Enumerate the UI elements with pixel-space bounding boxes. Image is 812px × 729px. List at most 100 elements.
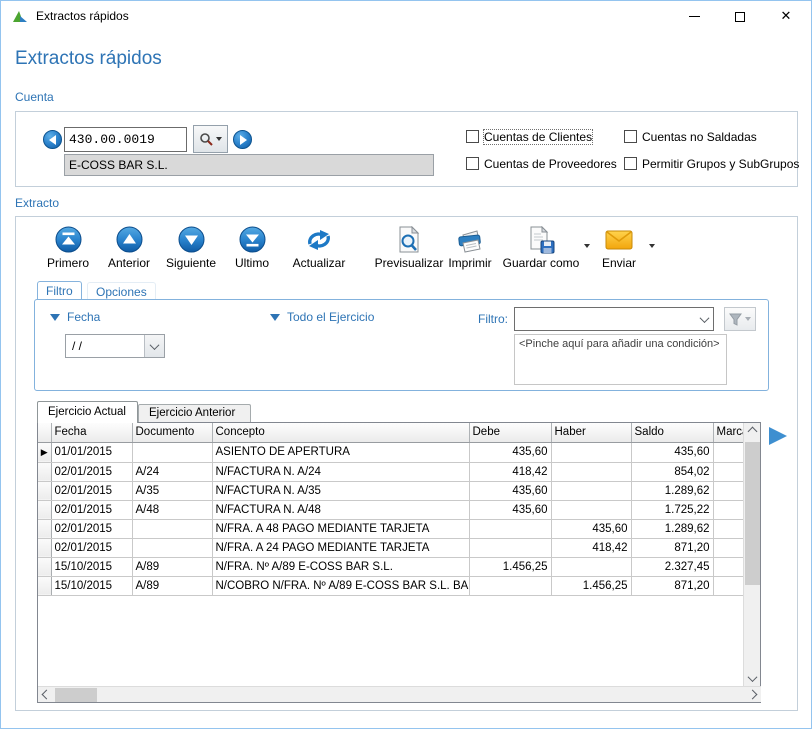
header-fecha[interactable]: Fecha — [51, 423, 132, 442]
cell-documento[interactable]: A/48 — [132, 500, 212, 519]
row-selector[interactable] — [38, 500, 51, 519]
cell-fecha[interactable]: 01/01/2015 — [51, 442, 132, 462]
scroll-up-button[interactable] — [744, 423, 761, 440]
horizontal-scroll-thumb[interactable] — [55, 688, 97, 702]
cell-fecha[interactable]: 02/01/2015 — [51, 538, 132, 557]
table-row[interactable]: 15/10/2015A/89N/FRA. Nº A/89 E-COSS BAR … — [38, 557, 744, 576]
cell-concepto[interactable]: N/FACTURA N. A/24 — [212, 462, 469, 481]
next-page-button[interactable] — [767, 425, 789, 447]
cell-saldo[interactable]: 1.725,22 — [631, 500, 713, 519]
header-debe[interactable]: Debe — [469, 423, 551, 442]
vertical-scrollbar[interactable] — [743, 423, 760, 687]
fecha-combo[interactable]: / / — [65, 334, 165, 358]
cell-documento[interactable] — [132, 442, 212, 462]
header-marca[interactable]: Marca — [713, 423, 744, 442]
scroll-left-button[interactable] — [38, 687, 55, 703]
cell-haber[interactable] — [551, 462, 631, 481]
horizontal-scrollbar[interactable] — [38, 686, 761, 702]
cell-saldo[interactable]: 1.289,62 — [631, 481, 713, 500]
row-selector[interactable] — [38, 519, 51, 538]
fecha-collapse[interactable]: Fecha — [50, 310, 100, 324]
minimize-button[interactable] — [671, 1, 717, 32]
cell-concepto[interactable]: N/COBRO N/FRA. Nº A/89 E-COSS BAR S.L. B… — [212, 576, 469, 595]
checkbox-permitir-grupos[interactable]: Permitir Grupos y SubGrupos — [624, 156, 799, 171]
table-row[interactable]: 02/01/2015 N/FRA. A 48 PAGO MEDIANTE TARJ… — [38, 519, 744, 538]
print-button[interactable]: Imprimir — [439, 225, 501, 275]
save-as-dropdown-icon[interactable] — [584, 244, 590, 248]
cell-concepto[interactable]: N/FRA. A 24 PAGO MEDIANTE TARJETA — [212, 538, 469, 557]
vertical-scroll-thumb[interactable] — [745, 442, 760, 585]
cell-documento[interactable]: A/24 — [132, 462, 212, 481]
cell-documento[interactable]: A/89 — [132, 576, 212, 595]
cell-haber[interactable] — [551, 481, 631, 500]
cell-debe[interactable]: 1.456,25 — [469, 557, 551, 576]
account-search-button[interactable] — [193, 125, 228, 153]
cell-concepto[interactable]: N/FRA. A 48 PAGO MEDIANTE TARJETA — [212, 519, 469, 538]
cell-marca[interactable] — [713, 557, 744, 576]
cell-saldo[interactable]: 2.327,45 — [631, 557, 713, 576]
last-button[interactable]: Ultimo — [223, 225, 281, 275]
cell-marca[interactable] — [713, 462, 744, 481]
scroll-down-button[interactable] — [744, 670, 761, 687]
cell-fecha[interactable]: 02/01/2015 — [51, 519, 132, 538]
header-saldo[interactable]: Saldo — [631, 423, 713, 442]
cell-debe[interactable]: 418,42 — [469, 462, 551, 481]
filtro-dropdown-button[interactable] — [695, 316, 713, 323]
filtro-combo[interactable] — [514, 307, 714, 331]
cell-documento[interactable]: A/89 — [132, 557, 212, 576]
cell-documento[interactable] — [132, 538, 212, 557]
cell-saldo[interactable]: 871,20 — [631, 576, 713, 595]
cell-fecha[interactable]: 15/10/2015 — [51, 557, 132, 576]
periodo-collapse[interactable]: Todo el Ejercicio — [270, 310, 374, 324]
next-account-button[interactable] — [233, 130, 252, 149]
account-code-input[interactable] — [64, 127, 187, 152]
maximize-button[interactable] — [717, 1, 763, 32]
cell-debe[interactable]: 435,60 — [469, 481, 551, 500]
cell-fecha[interactable]: 02/01/2015 — [51, 500, 132, 519]
row-selector[interactable]: ▶ — [38, 442, 51, 462]
row-selector[interactable] — [38, 538, 51, 557]
cell-fecha[interactable]: 02/01/2015 — [51, 481, 132, 500]
header-concepto[interactable]: Concepto — [212, 423, 469, 442]
row-selector[interactable] — [38, 481, 51, 500]
cell-documento[interactable] — [132, 519, 212, 538]
cell-marca[interactable] — [713, 519, 744, 538]
cell-debe[interactable]: 435,60 — [469, 442, 551, 462]
cell-haber[interactable]: 435,60 — [551, 519, 631, 538]
tab-ejercicio-anterior[interactable]: Ejercicio Anterior — [138, 404, 251, 423]
scroll-right-button[interactable] — [744, 687, 761, 703]
table-row[interactable]: 02/01/2015A/24N/FACTURA N. A/24418,42854… — [38, 462, 744, 481]
cell-haber[interactable] — [551, 442, 631, 462]
cell-concepto[interactable]: ASIENTO DE APERTURA — [212, 442, 469, 462]
cell-fecha[interactable]: 02/01/2015 — [51, 462, 132, 481]
cell-concepto[interactable]: N/FACTURA N. A/35 — [212, 481, 469, 500]
close-button[interactable]: ✕ — [763, 1, 809, 32]
cell-haber[interactable] — [551, 500, 631, 519]
header-documento[interactable]: Documento — [132, 423, 212, 442]
filter-condition-box[interactable]: <Pinche aquí para añadir una condición> — [514, 334, 727, 385]
cell-documento[interactable]: A/35 — [132, 481, 212, 500]
cell-fecha[interactable]: 15/10/2015 — [51, 576, 132, 595]
cell-debe[interactable] — [469, 576, 551, 595]
filtro-input[interactable] — [515, 312, 695, 326]
cell-marca[interactable] — [713, 538, 744, 557]
cell-marca[interactable] — [713, 576, 744, 595]
cell-saldo[interactable]: 871,20 — [631, 538, 713, 557]
tab-opciones[interactable]: Opciones — [87, 282, 156, 300]
cell-debe[interactable]: 435,60 — [469, 500, 551, 519]
send-dropdown-icon[interactable] — [649, 244, 655, 248]
cell-haber[interactable]: 418,42 — [551, 538, 631, 557]
checkbox-cuentas-no-saldadas[interactable]: Cuentas no Saldadas — [624, 129, 757, 144]
cell-marca[interactable] — [713, 442, 744, 462]
table-row[interactable]: 02/01/2015 N/FRA. A 24 PAGO MEDIANTE TARJ… — [38, 538, 744, 557]
prev-account-button[interactable] — [43, 130, 62, 149]
table-row[interactable]: 15/10/2015A/89N/COBRO N/FRA. Nº A/89 E-C… — [38, 576, 744, 595]
cell-marca[interactable] — [713, 500, 744, 519]
checkbox-cuentas-clientes[interactable]: Cuentas de Clientes — [466, 129, 592, 144]
cell-saldo[interactable]: 1.289,62 — [631, 519, 713, 538]
save-as-button[interactable]: Guardar como — [503, 225, 579, 275]
send-button[interactable]: Enviar — [595, 225, 643, 275]
header-haber[interactable]: Haber — [551, 423, 631, 442]
row-selector[interactable] — [38, 576, 51, 595]
next-button[interactable]: Siguiente — [161, 225, 221, 275]
